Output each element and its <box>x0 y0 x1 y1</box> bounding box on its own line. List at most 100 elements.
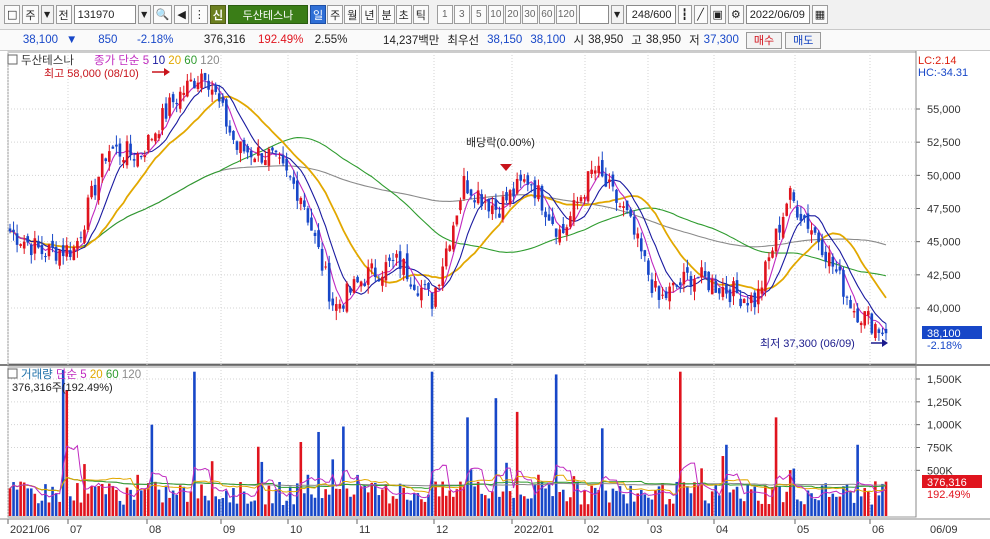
candle-body <box>831 256 835 267</box>
volume-bar <box>636 493 640 516</box>
price-tick-label: 52,500 <box>927 137 961 149</box>
sell-button[interactable]: 매도 <box>785 31 822 49</box>
candle-body <box>164 103 168 119</box>
volume-bar <box>168 497 171 516</box>
period-tab-6[interactable]: 틱 <box>412 5 429 24</box>
volume-collapse-icon[interactable] <box>7 368 18 379</box>
candle-body <box>682 271 686 285</box>
candle-body <box>678 282 682 286</box>
code-dropdown-icon[interactable]: ▼ <box>137 5 151 24</box>
volume-tick-label: 1,000K <box>927 420 963 432</box>
price-change: 850 <box>98 34 118 46</box>
buy-button[interactable]: 매수 <box>745 31 783 49</box>
window-icon[interactable]: □ <box>4 5 21 24</box>
stock-chart[interactable]: 2021/06 07 08 09 10 11 12 2022/01 02 03 04 05 06 06/0… <box>0 51 990 539</box>
candle-body <box>476 190 480 204</box>
open-price: 38,950 <box>588 34 624 46</box>
current-price: 38,100 <box>22 34 58 46</box>
candle-body <box>604 173 608 187</box>
volume-current-tag: 376,316 <box>927 477 967 489</box>
volume-bar <box>530 498 533 516</box>
data-count-field[interactable]: 248/600 <box>625 5 676 24</box>
volume-bar <box>313 497 317 516</box>
ma20-line <box>9 95 887 299</box>
current-pct-tag: -2.18% <box>927 340 962 352</box>
market-select[interactable]: 주 <box>22 5 39 24</box>
price-tick-label: 42,500 <box>927 270 961 282</box>
candle-body <box>558 229 562 243</box>
save-icon[interactable]: ▣ <box>709 5 726 24</box>
volume-bar <box>820 485 824 516</box>
volume-bar <box>455 489 459 516</box>
volume-bar <box>154 481 157 516</box>
volume-bar <box>129 489 132 516</box>
period-tab-2[interactable]: 월 <box>344 5 361 24</box>
volume-bar <box>629 485 632 516</box>
settings-icon[interactable]: ⚙ <box>727 5 744 24</box>
volume-bar <box>501 491 505 516</box>
market-dropdown-icon[interactable]: ▼ <box>40 5 54 24</box>
minute-preset-10[interactable]: 10 <box>487 5 504 24</box>
candle-body <box>122 159 125 163</box>
date-input[interactable]: 2022/06/09 <box>745 5 810 24</box>
candle-body <box>615 189 618 203</box>
volume-bar <box>600 428 604 516</box>
candle-body <box>249 150 253 158</box>
volume-bar <box>746 484 749 516</box>
candle-body <box>696 277 700 279</box>
candle-type-icon[interactable]: ┇ <box>677 5 692 24</box>
stock-code-input[interactable]: 131970 <box>73 5 136 24</box>
volume-bar <box>306 474 310 516</box>
minute-preset-30[interactable]: 30 <box>521 5 538 24</box>
volume-bar <box>161 502 164 516</box>
volume-bar <box>370 482 374 516</box>
volume-bar <box>19 481 22 516</box>
best-ask: 38,150 <box>487 34 523 46</box>
candle-body <box>193 80 196 89</box>
minute-preset-5[interactable]: 5 <box>470 5 487 24</box>
speaker-icon[interactable]: ◀ <box>174 5 189 24</box>
minute-preset-1[interactable]: 1 <box>436 5 453 24</box>
volume-bar <box>593 487 597 516</box>
volume-bar <box>859 496 863 516</box>
line-tool-icon[interactable]: ╱ <box>693 5 708 24</box>
minute-preset-3[interactable]: 3 <box>453 5 470 24</box>
period-tab-4[interactable]: 분 <box>378 5 395 24</box>
candle-body <box>274 150 278 153</box>
prefix-button[interactable]: 전 <box>55 5 72 24</box>
minute-preset-60[interactable]: 60 <box>538 5 555 24</box>
panel-collapse-icon[interactable] <box>7 54 18 65</box>
volume-bar <box>115 489 118 516</box>
candle-body <box>760 287 764 294</box>
volume-bar <box>554 374 558 516</box>
volume-bar <box>175 494 178 516</box>
more-icon[interactable]: ⋮ <box>190 5 208 24</box>
minute-preset-120[interactable]: 120 <box>555 5 577 24</box>
period-tab-1[interactable]: 주 <box>327 5 344 24</box>
minute-preset-20[interactable]: 20 <box>504 5 521 24</box>
candle-body <box>498 213 501 218</box>
candle-body <box>420 287 423 301</box>
period-tab-3[interactable]: 년 <box>361 5 378 24</box>
volume-bar <box>285 500 288 516</box>
calendar-icon[interactable]: ▦ <box>811 5 829 24</box>
x-tick-label: 08 <box>149 524 161 536</box>
custom-period-dropdown-icon[interactable]: ▼ <box>610 5 624 24</box>
candle-body <box>86 197 90 230</box>
volume-bar <box>742 501 746 516</box>
period-tab-0[interactable]: 일 <box>309 5 327 24</box>
candle-body <box>788 188 792 200</box>
candle-body <box>732 281 735 297</box>
volume-bar <box>178 485 182 516</box>
volume-bar <box>413 493 416 516</box>
candle-body <box>327 262 331 302</box>
search-icon[interactable]: 🔍 <box>152 5 173 24</box>
period-tab-5[interactable]: 초 <box>395 5 412 24</box>
volume-bar <box>842 486 845 516</box>
candle-body <box>12 229 15 232</box>
candle-body <box>590 169 593 174</box>
candle-body <box>625 200 629 211</box>
candle-body <box>796 206 799 218</box>
volume-bar <box>54 493 58 516</box>
custom-period-input[interactable] <box>578 5 609 24</box>
